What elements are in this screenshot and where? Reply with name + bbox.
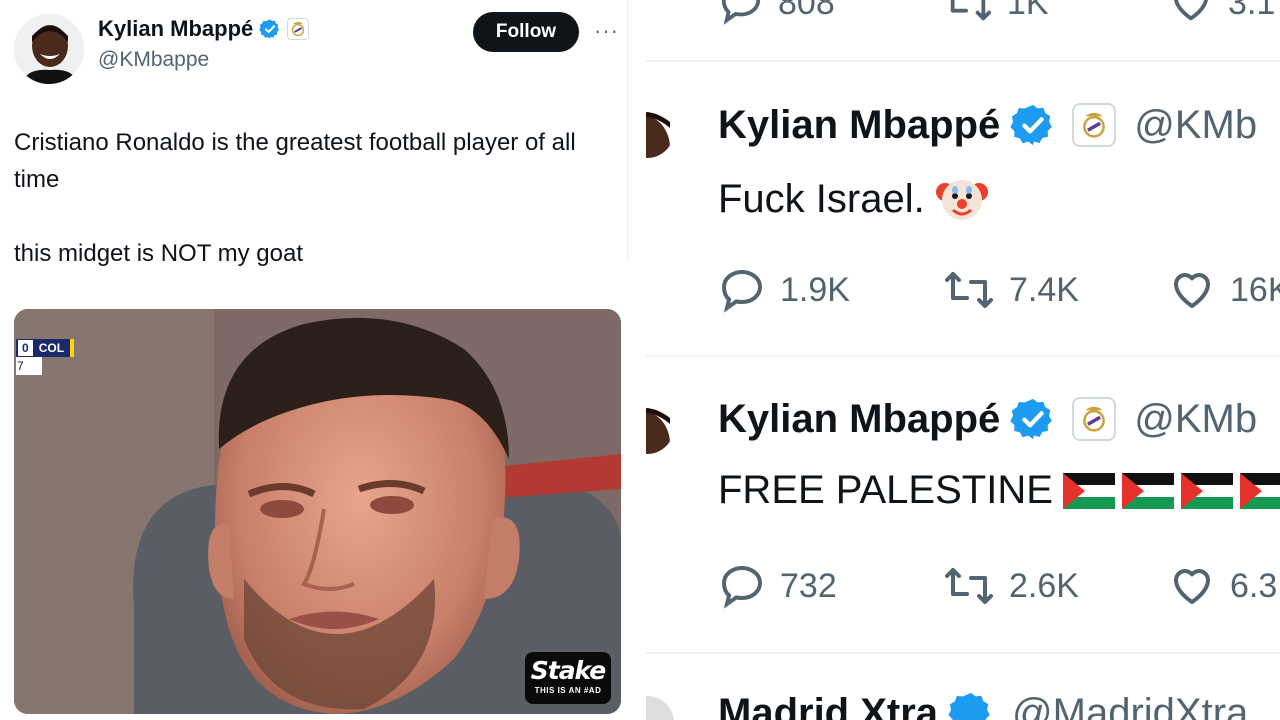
panel-divider — [630, 0, 646, 720]
clown-face-icon — [935, 180, 988, 220]
tweet-text-content: Fuck Israel. — [718, 176, 925, 221]
repost-count: 7.4K — [1009, 270, 1079, 309]
reply-action[interactable]: 808 — [718, 0, 943, 26]
author-avatar[interactable] — [14, 14, 84, 84]
author-name[interactable]: Kylian Mbappé — [98, 16, 253, 42]
scoreboard-team: COL — [38, 341, 65, 355]
tweet-divider — [646, 60, 1280, 62]
screenshot-collage: Kylian Mbappé @KMbappe Follow ··· Cristi… — [0, 0, 1280, 720]
author-avatar[interactable] — [646, 400, 674, 454]
real-madrid-crest-icon — [1072, 103, 1117, 147]
reply-icon — [721, 269, 763, 313]
author-name-row: Kylian Mbappé @KMb — [718, 102, 1257, 148]
reply-count: 808 — [778, 0, 835, 22]
scoreboard-clock: 7 — [16, 357, 42, 375]
verified-badge-icon — [259, 19, 280, 39]
repost-count: 1K — [1007, 0, 1049, 22]
author-avatar[interactable] — [646, 696, 674, 720]
like-action[interactable]: 16K — [1168, 266, 1280, 314]
tweet-text: Cristiano Ronaldo is the greatest footba… — [14, 124, 614, 309]
repost-icon — [950, 0, 991, 21]
palestine-flag-icon — [1062, 472, 1280, 509]
like-action[interactable]: 6.3 — [1168, 562, 1277, 610]
author-handle[interactable]: @KMb — [1134, 397, 1257, 442]
like-count: 6.3 — [1230, 566, 1278, 605]
top-action-row: 808 1K 3.1 — [718, 0, 1275, 26]
author-name-row: Madrid Xtra @MadridXtra — [718, 690, 1248, 720]
follow-button[interactable]: Follow — [473, 12, 579, 52]
author-handle[interactable]: @KMbappe — [98, 48, 209, 72]
scoreboard-score: 0 — [18, 340, 33, 356]
panel-divider-line — [627, 0, 628, 260]
verified-badge-icon — [1010, 104, 1053, 146]
sponsor-watermark: Stake THIS IS AN #AD — [525, 652, 611, 704]
author-name-row: Kylian Mbappé @KMb — [718, 396, 1257, 442]
verified-badge-icon — [948, 692, 990, 720]
reply-icon — [721, 0, 761, 25]
author-handle[interactable]: @KMb — [1134, 103, 1257, 148]
more-options-icon[interactable]: ··· — [594, 20, 619, 42]
tweet-text: Fuck Israel. — [718, 172, 989, 226]
tweet-text-line: Cristiano Ronaldo is the greatest footba… — [14, 129, 576, 193]
repost-action[interactable]: 2.6K — [943, 562, 1168, 610]
verified-badge-icon — [1010, 398, 1053, 440]
reply-action[interactable]: 732 — [718, 562, 943, 610]
tweet-text-line: this midget is NOT my goat — [14, 240, 303, 267]
real-madrid-crest-icon — [287, 18, 310, 40]
author-name[interactable]: Madrid Xtra — [718, 691, 938, 720]
heart-icon — [1174, 569, 1210, 604]
reply-icon — [721, 565, 763, 609]
tweet-text-content: FREE PALESTINE — [718, 468, 1053, 512]
reply-count: 732 — [780, 566, 837, 605]
author-name[interactable]: Kylian Mbappé — [718, 103, 1000, 148]
tweet-divider — [646, 355, 1280, 357]
right-tweets-panel: 808 1K 3.1 Kylian Mbappé @KMb Fuck Israe… — [646, 0, 1280, 720]
author-name-row: Kylian Mbappé — [98, 16, 310, 42]
repost-action[interactable]: 1K — [943, 0, 1168, 26]
repost-icon — [945, 272, 993, 308]
real-madrid-crest-icon — [1072, 397, 1117, 441]
author-avatar[interactable] — [646, 104, 674, 158]
like-count: 16K — [1230, 270, 1280, 309]
sponsor-sub: THIS IS AN #AD — [534, 686, 602, 695]
repost-icon — [945, 568, 993, 604]
author-name[interactable]: Kylian Mbappé — [718, 397, 1000, 442]
scoreboard-overlay: 0 COL 7 — [16, 339, 75, 375]
left-tweet-card: Kylian Mbappé @KMbappe Follow ··· Cristi… — [0, 0, 630, 720]
tweet-text: FREE PALESTINE — [718, 468, 1280, 513]
like-action[interactable]: 3.1 — [1168, 0, 1275, 26]
tweet-actions: 1.9K 7.4K 16K — [718, 266, 1280, 314]
reply-action[interactable]: 1.9K — [718, 266, 943, 314]
author-handle[interactable]: @MadridXtra — [1012, 691, 1248, 720]
tweet-media-image[interactable]: 0 COL 7 Stake THIS IS AN #AD — [14, 309, 621, 714]
tweet-divider — [646, 652, 1280, 654]
like-count: 3.1 — [1228, 0, 1276, 22]
repost-count: 2.6K — [1009, 566, 1079, 605]
heart-icon — [1174, 273, 1210, 308]
repost-action[interactable]: 7.4K — [943, 266, 1168, 314]
sponsor-logo: Stake — [530, 656, 607, 685]
tweet-actions: 732 2.6K 6.3 — [718, 562, 1277, 610]
reply-count: 1.9K — [780, 270, 850, 309]
heart-icon — [1174, 0, 1208, 21]
